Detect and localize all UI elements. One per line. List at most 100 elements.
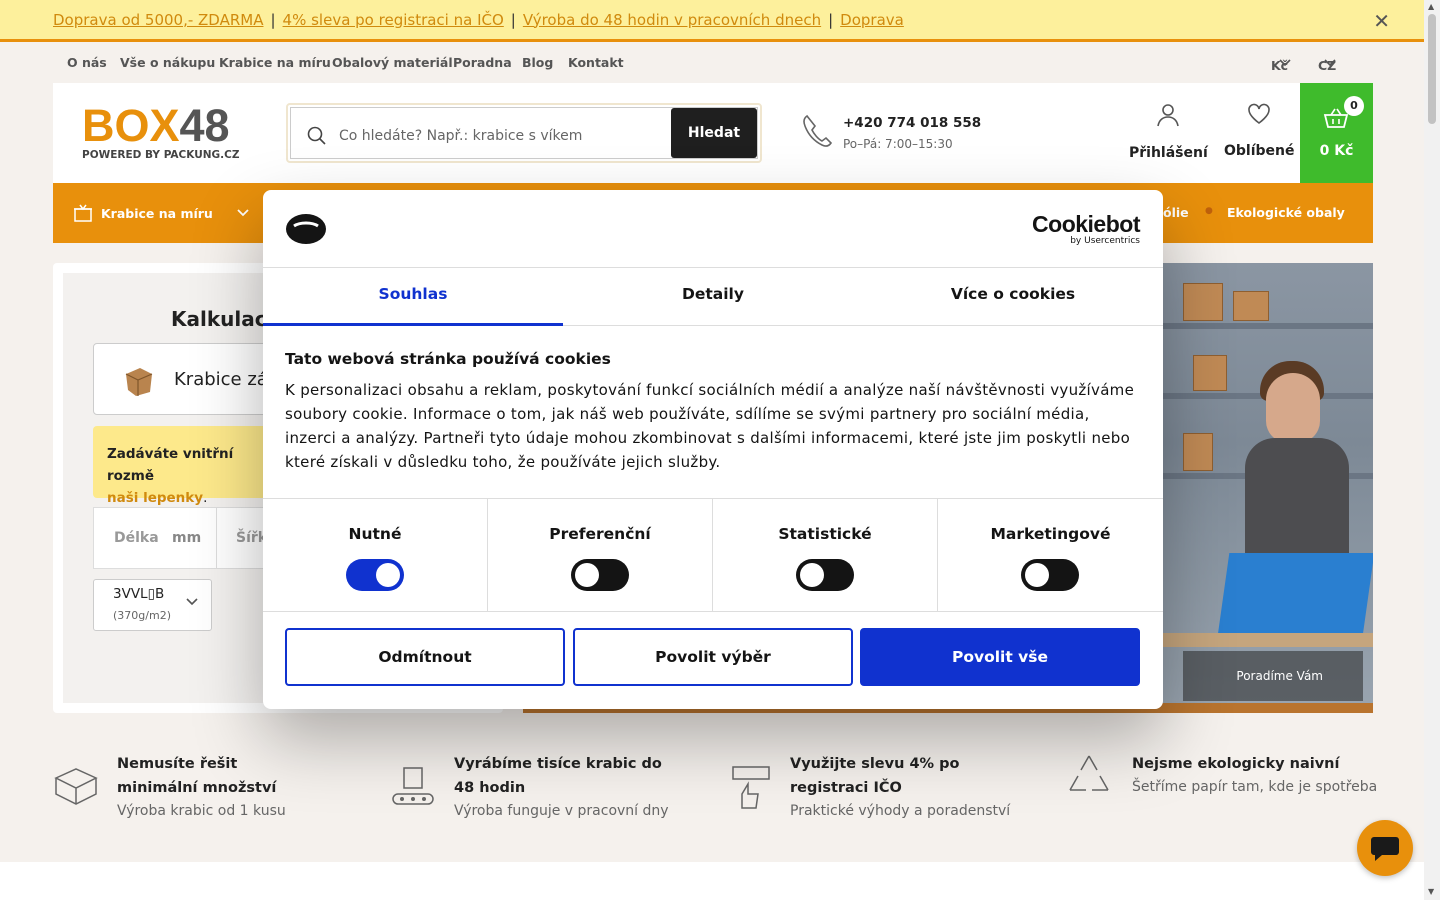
toggle-necessary[interactable] <box>346 559 404 591</box>
usp-desc: Výroba funguje v pracovní dny <box>454 803 669 819</box>
phone-hours: Po–Pá: 7:00–15:30 <box>843 137 953 151</box>
usp-title: Nejsme ekologicky naivní <box>1132 756 1340 772</box>
promo-separator: | <box>510 10 516 29</box>
allow-selection-button[interactable]: Povolit výběr <box>573 628 853 686</box>
tab-details[interactable]: Detaily <box>563 268 863 325</box>
language-value: CZ <box>1318 58 1337 73</box>
cart-button[interactable]: 0 0 Kč <box>1300 83 1373 183</box>
promo-link-shipping-free[interactable]: Doprava od 5000,- ZDARMA <box>53 11 263 29</box>
secondary-nav: O nás Vše o nákupu Krabice na míru Obalo… <box>53 52 1373 74</box>
cardboard-box-icon <box>125 368 153 396</box>
category-marketing: Marketingové <box>938 499 1163 611</box>
work-table <box>1163 633 1373 647</box>
allow-all-button[interactable]: Povolit vše <box>860 628 1140 686</box>
promo-link-discount[interactable]: 4% sleva po registraci na IČO <box>283 11 504 29</box>
cookie-dialog-header: Cookiebot by Usercentrics <box>263 190 1163 268</box>
promo-link-production[interactable]: Výroba do 48 hodin v pracovních dnech <box>523 11 821 29</box>
cookiebot-name: Cookiebot <box>1032 211 1140 237</box>
category-foils[interactable]: ólie <box>1163 205 1189 220</box>
logo-48-text: 48 <box>179 100 230 151</box>
usp-desc: Šetříme papír tam, kde je spotřeba <box>1132 779 1378 795</box>
usp-title: Vyrábíme tisíce krabic do 48 hodin <box>454 756 662 796</box>
scroll-up-icon[interactable]: ▲ <box>1428 2 1434 11</box>
user-icon <box>1157 104 1180 127</box>
nav-item-contact[interactable]: Kontakt <box>568 55 624 70</box>
length-input[interactable]: Délka <box>114 530 159 546</box>
hero-caption[interactable]: Poradíme Vám <box>1183 651 1363 701</box>
cookiebot-brand[interactable]: Cookiebot by Usercentrics <box>1032 212 1140 246</box>
login-button[interactable]: Přihlášení <box>1129 103 1208 161</box>
promo-link-shipping[interactable]: Doprava <box>840 11 904 29</box>
tab-consent[interactable]: Souhlas <box>263 268 563 326</box>
search-icon <box>307 126 326 145</box>
cookie-heading: Tato webová stránka používá cookies <box>285 350 611 368</box>
currency-value: Kč <box>1271 58 1289 73</box>
cookiebot-by: by Usercentrics <box>1070 236 1140 246</box>
dimension-divider <box>216 508 217 568</box>
toggle-preferences[interactable] <box>571 559 629 591</box>
tab-about-cookies[interactable]: Více o cookies <box>863 268 1163 325</box>
phone-icon <box>803 114 833 147</box>
cart-count-badge: 0 <box>1344 96 1364 116</box>
cookie-tabs: Souhlas Detaily Více o cookies <box>263 268 1163 326</box>
factory-icon <box>392 767 434 805</box>
recycle-icon <box>1069 755 1109 791</box>
material-select[interactable]: 3VVL▯B (370g/m2) <box>93 579 212 631</box>
category-name: Preferenční <box>549 525 651 543</box>
scroll-down-icon[interactable]: ▼ <box>1428 887 1434 896</box>
usp-desc: Praktické výhody a poradenství <box>790 803 1011 819</box>
scrollbar-thumb[interactable] <box>1428 14 1436 124</box>
category-label: Krabice na míru <box>101 205 213 221</box>
favorites-button[interactable]: Oblíbené <box>1224 103 1295 159</box>
category-eco[interactable]: Ekologické obaly <box>1227 205 1345 220</box>
blue-crate <box>1216 553 1373 643</box>
rating-thumb-icon <box>732 766 770 809</box>
login-label: Přihlášení <box>1129 145 1208 161</box>
category-custom-boxes[interactable]: Krabice na míru <box>73 204 249 222</box>
cookie-logo-icon <box>286 214 326 244</box>
category-name: Marketingové <box>990 525 1111 543</box>
decline-button[interactable]: Odmítnout <box>285 628 565 686</box>
nav-item-custom-boxes[interactable]: Krabice na míru <box>219 55 331 70</box>
toggle-statistics[interactable] <box>796 559 854 591</box>
chevron-down-icon <box>237 209 249 217</box>
cookie-categories: Nutné Preferenční Statistické Marketingo… <box>263 498 1163 612</box>
box-icon <box>54 768 98 805</box>
cookie-consent-dialog: Cookiebot by Usercentrics Souhlas Detail… <box>263 190 1163 709</box>
nav-item-advice[interactable]: Poradna <box>453 55 512 70</box>
chat-button[interactable] <box>1357 820 1413 876</box>
box-type-label: Krabice zás <box>174 369 278 390</box>
close-icon[interactable]: ✕ <box>1373 9 1390 33</box>
material-weight: (370g/m2) <box>113 609 171 622</box>
nav-item-about[interactable]: O nás <box>67 55 107 70</box>
toggle-marketing[interactable] <box>1021 559 1079 591</box>
search-placeholder: Co hledáte? Např.: krabice s víkem <box>339 128 583 144</box>
box-icon <box>74 204 92 222</box>
usp-title: Využijte slevu 4% po registraci IČO <box>790 756 960 796</box>
language-select[interactable]: CZ <box>1318 55 1337 73</box>
category-separator-dot: ● <box>1205 206 1213 216</box>
logo[interactable]: BOX48 POWERED BY PACKUNG.CZ <box>82 103 239 161</box>
page-scrollbar[interactable]: ▲ ▼ <box>1424 0 1440 900</box>
promo-bar: Doprava od 5000,- ZDARMA | 4% sleva po r… <box>0 0 1424 42</box>
site-header: BOX48 POWERED BY PACKUNG.CZ Co hledáte? … <box>53 83 1373 183</box>
category-name: Statistické <box>778 525 872 543</box>
nav-item-blog[interactable]: Blog <box>522 55 553 70</box>
chat-bubble-icon <box>1371 837 1399 861</box>
category-necessary: Nutné <box>263 499 488 611</box>
usp-desc: Výroba krabic od 1 kusu <box>117 803 286 819</box>
nav-item-shopping[interactable]: Vše o nákupu <box>120 55 215 70</box>
heart-icon <box>1248 103 1271 124</box>
favorites-label: Oblíbené <box>1224 143 1295 159</box>
search-button[interactable]: Hledat <box>671 108 757 158</box>
usp-title: Nemusíte řešit minimální množství <box>117 756 277 796</box>
note-bold: Zadáváte vnitřní rozmě <box>107 446 234 484</box>
usp-item: Vyrábíme tisíce krabic do 48 hodin Výroba… <box>390 752 669 822</box>
category-statistics: Statistické <box>713 499 938 611</box>
note-link[interactable]: naši lepenky <box>107 490 203 506</box>
currency-select[interactable]: Kč <box>1271 55 1291 73</box>
search-box: Co hledáte? Např.: krabice s víkem Hleda… <box>286 103 762 163</box>
category-preferences: Preferenční <box>488 499 713 611</box>
nav-item-packaging[interactable]: Obalový materiál <box>332 55 453 70</box>
cart-total: 0 Kč <box>1319 143 1354 159</box>
